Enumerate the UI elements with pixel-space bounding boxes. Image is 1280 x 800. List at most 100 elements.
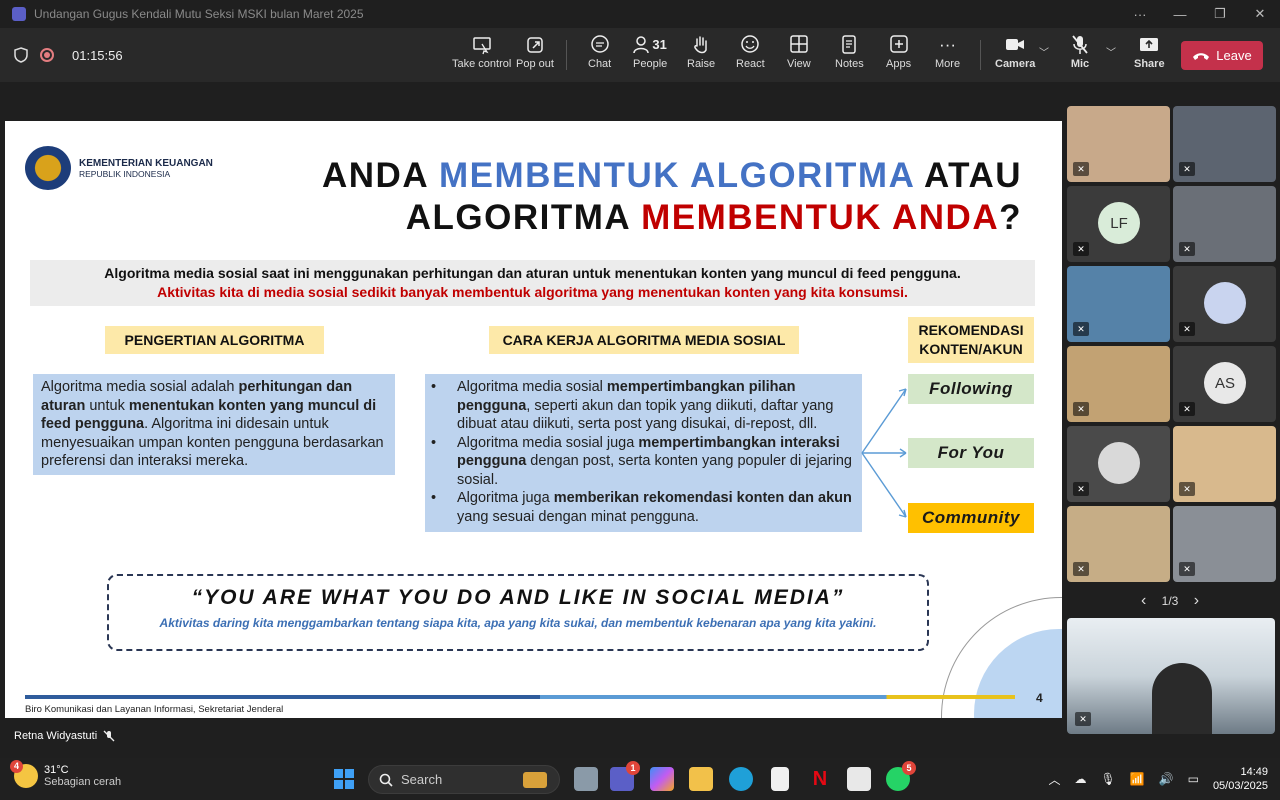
participant-tile[interactable]: ✕ xyxy=(1173,506,1276,582)
participant-tile[interactable]: ✕ xyxy=(1173,426,1276,502)
meeting-toolbar: 01:15:56 Take control Pop out Chat 31 Pe… xyxy=(0,28,1280,82)
meeting-timer: 01:15:56 xyxy=(72,47,123,63)
share-icon xyxy=(1140,38,1159,51)
participant-tile[interactable]: ✕ xyxy=(1067,266,1170,342)
mic-button[interactable]: Mic xyxy=(1070,34,1090,78)
participant-tile[interactable]: ✕ xyxy=(1067,506,1170,582)
more-button[interactable]: ··· More xyxy=(935,34,960,78)
task-view-icon[interactable] xyxy=(574,767,598,791)
participant-tile[interactable]: ✕ xyxy=(1067,426,1170,502)
mic-muted-icon: ✕ xyxy=(1179,482,1195,496)
weather-badge: 4 xyxy=(10,760,23,773)
rec-community: Community xyxy=(908,503,1034,533)
list-item: Algoritma media sosial mempertimbangkan … xyxy=(425,378,854,434)
cloud-offline-icon[interactable]: ☁ xyxy=(1074,772,1086,786)
share-button[interactable]: Share xyxy=(1134,34,1165,78)
whatsapp-icon[interactable]: 5 xyxy=(886,761,916,791)
camera-options-chevron-icon[interactable]: ﹀ xyxy=(1039,44,1049,59)
participant-avatar xyxy=(1204,282,1246,324)
camera-button[interactable]: Camera xyxy=(995,34,1035,78)
mic-muted-icon: ✕ xyxy=(1179,402,1195,416)
participant-tile[interactable]: ✕ xyxy=(1173,186,1276,262)
file-explorer-icon[interactable] xyxy=(689,767,713,791)
mic-muted-icon: ✕ xyxy=(1073,162,1089,176)
participant-avatar: AS xyxy=(1204,362,1246,404)
footer-bar xyxy=(25,695,1015,699)
next-page-button[interactable]: › xyxy=(1194,592,1199,609)
weather-widget[interactable]: 4 31°C Sebagian cerah xyxy=(10,760,121,788)
self-video-tile[interactable]: ✕ xyxy=(1067,618,1275,734)
people-button[interactable]: 31 People xyxy=(633,34,667,78)
mic-muted-icon: ✕ xyxy=(1179,562,1195,576)
page-indicator: 1/3 xyxy=(1161,594,1179,608)
more-options-icon[interactable]: ··· xyxy=(1120,7,1160,22)
leave-button[interactable]: Leave xyxy=(1181,41,1263,70)
presenter-label: Retna Widyastuti xyxy=(8,726,122,746)
window-controls: ··· — ❐ ✕ xyxy=(1120,0,1280,28)
mic-muted-icon xyxy=(103,730,115,742)
participant-tile[interactable]: ✕ xyxy=(1173,266,1276,342)
slide-page-number: 4 xyxy=(1036,691,1043,705)
mic-muted-icon: ✕ xyxy=(1073,402,1089,416)
close-button[interactable]: ✕ xyxy=(1240,6,1280,22)
battery-icon[interactable]: ▭ xyxy=(1188,772,1199,786)
netflix-icon[interactable]: N xyxy=(808,767,832,791)
mic-muted-icon: ✕ xyxy=(1073,562,1089,576)
show-hidden-icons-icon[interactable]: ︿ xyxy=(1048,771,1060,788)
col3-heading: REKOMENDASI KONTEN/AKUN xyxy=(908,317,1034,363)
start-button[interactable] xyxy=(334,769,354,789)
notepad-icon[interactable] xyxy=(771,767,789,791)
ellipsis-icon: ··· xyxy=(939,35,957,54)
taskbar-search[interactable]: Search xyxy=(368,765,560,794)
window-titlebar: Undangan Gugus Kendali Mutu Seksi MSKI b… xyxy=(0,0,1280,28)
view-button[interactable]: View xyxy=(787,34,811,78)
col1-definition: Algoritma media sosial adalah perhitunga… xyxy=(33,374,395,475)
participant-tile[interactable]: AS ✕ xyxy=(1173,346,1276,422)
chat-button[interactable]: Chat xyxy=(588,34,611,78)
quote-box: “YOU ARE WHAT YOU DO AND LIKE IN SOCIAL … xyxy=(107,574,929,651)
participant-tile[interactable]: LF ✕ xyxy=(1067,186,1170,262)
smiley-icon xyxy=(741,35,760,53)
volume-icon[interactable]: 🔊 xyxy=(1159,772,1174,786)
participant-tile[interactable]: ✕ xyxy=(1067,346,1170,422)
edge-icon[interactable] xyxy=(729,767,753,791)
react-button[interactable]: React xyxy=(736,34,765,78)
rec-following: Following xyxy=(908,374,1034,404)
mic-options-chevron-icon[interactable]: ﹀ xyxy=(1106,44,1116,59)
store-icon[interactable] xyxy=(847,767,871,791)
mic-muted-icon[interactable]: 🎙 xyxy=(1100,772,1115,786)
teams-icon[interactable]: 1 xyxy=(610,761,640,791)
prev-page-button[interactable]: ‹ xyxy=(1141,592,1146,609)
mic-muted-icon: ✕ xyxy=(1075,712,1091,726)
notes-button[interactable]: Notes xyxy=(835,34,864,78)
shield-icon[interactable] xyxy=(14,47,28,63)
col1-heading: PENGERTIAN ALGORITMA xyxy=(105,326,324,354)
participant-avatar xyxy=(1098,442,1140,484)
mic-muted-icon: ✕ xyxy=(1179,242,1195,256)
raise-hand-button[interactable]: Raise xyxy=(687,34,715,78)
system-tray: ︿ ☁ 🎙 📶 🔊 ▭ 14:49 05/03/2025 xyxy=(1048,758,1268,800)
chat-icon xyxy=(590,35,609,53)
copilot-icon[interactable] xyxy=(650,767,674,791)
rec-for-you: For You xyxy=(908,438,1034,468)
recommendation-arrows xyxy=(861,388,907,518)
minimize-button[interactable]: — xyxy=(1160,7,1200,22)
maximize-button[interactable]: ❐ xyxy=(1200,6,1240,22)
system-clock[interactable]: 14:49 05/03/2025 xyxy=(1213,765,1268,793)
wifi-icon[interactable]: 📶 xyxy=(1130,772,1145,786)
mic-muted-icon: ✕ xyxy=(1073,482,1089,496)
quote-text: “YOU ARE WHAT YOU DO AND LIKE IN SOCIAL … xyxy=(191,586,845,609)
participant-avatar: LF xyxy=(1098,202,1140,244)
org-subname: REPUBLIK INDONESIA xyxy=(79,168,171,179)
slide-title: ANDA MEMBENTUK ALGORITMA ATAU ALGORITMA … xyxy=(322,156,1022,237)
notes-icon xyxy=(842,35,857,54)
gallery-pager: ‹ 1/3 › xyxy=(1066,592,1274,610)
participant-tile[interactable]: ✕ xyxy=(1067,106,1170,182)
participant-tile[interactable]: ✕ xyxy=(1173,106,1276,182)
teams-app-icon xyxy=(12,7,26,21)
presenter-name: Retna Widyastuti xyxy=(14,730,98,742)
pop-out-button[interactable]: Pop out xyxy=(516,34,554,78)
apps-button[interactable]: Apps xyxy=(886,34,911,78)
take-control-button[interactable]: Take control xyxy=(452,34,511,78)
list-item: Algoritma media sosial juga mempertimban… xyxy=(425,434,854,490)
